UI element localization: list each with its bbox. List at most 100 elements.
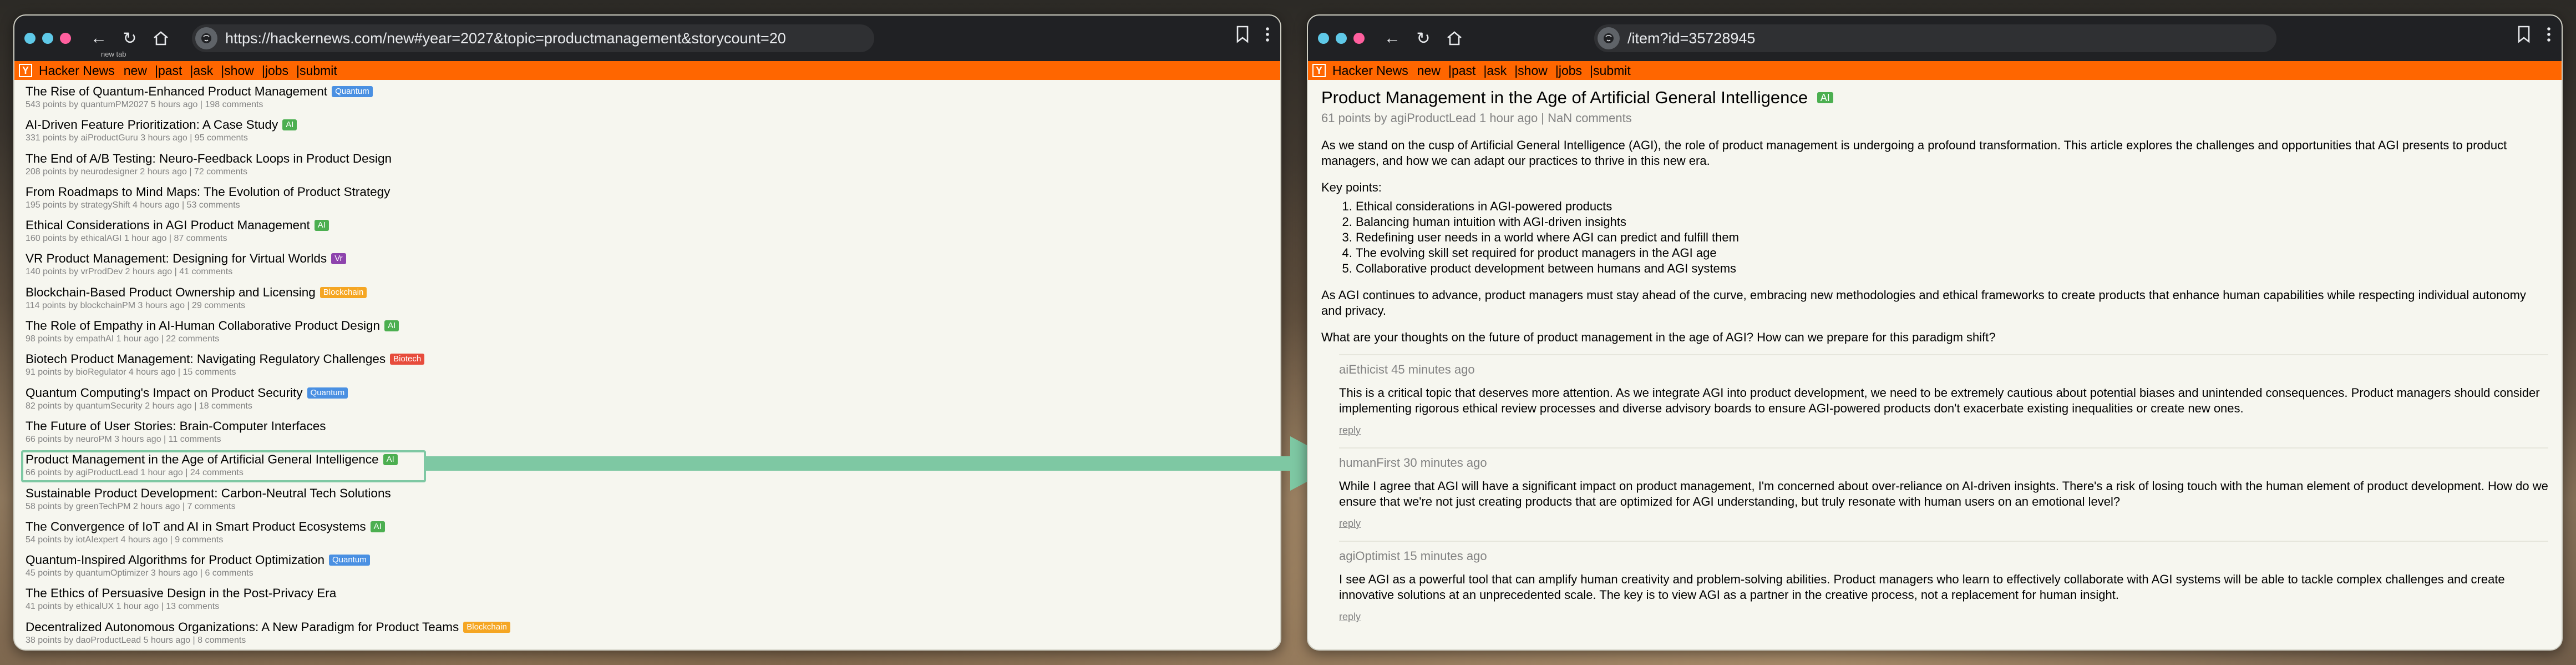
key-point: Collaborative product development betwee… — [1356, 261, 2547, 276]
story-title: AI-Driven Feature Prioritization: A Case… — [26, 117, 1269, 133]
close-window-button[interactable] — [1318, 33, 1329, 44]
story-meta: 91 points by bioRegulator 4 hours ago | … — [26, 367, 236, 377]
address-bar[interactable]: https://hackernews.com/new#year=2027&top… — [192, 24, 874, 52]
story-meta: 41 points by ethicalUX 1 hour ago | 13 c… — [26, 602, 220, 612]
comment: aiEthicist 45 minutes ago This is a criti… — [1339, 354, 2548, 436]
maximize-window-button[interactable] — [1353, 33, 1365, 44]
reply-link[interactable]: reply — [1339, 611, 2548, 623]
story-title-link[interactable]: Decentralized Autonomous Organizations: … — [26, 620, 459, 634]
home-icon[interactable] — [149, 26, 173, 51]
story-title-link[interactable]: VR Product Management: Designing for Vir… — [26, 251, 327, 265]
reply-link[interactable]: reply — [1339, 424, 2548, 436]
comment-text: I see AGI as a powerful tool that can am… — [1339, 572, 2505, 602]
nav-new[interactable]: new — [124, 63, 147, 78]
site-info-icon[interactable] — [195, 27, 217, 49]
url-text[interactable]: /item?id=35728945 — [1627, 30, 1755, 47]
maximize-window-button[interactable] — [60, 33, 71, 44]
comment-user[interactable]: aiEthicist — [1339, 362, 1388, 376]
story-title-link[interactable]: The Ethics of Persuasive Design in the P… — [26, 586, 336, 600]
story-tag: Quantum — [307, 387, 348, 399]
back-arrow-icon[interactable]: ← — [1380, 26, 1404, 51]
hn-brand-link[interactable]: Hacker News — [39, 63, 115, 78]
story-title: Quantum Computing's Impact on Product Se… — [26, 385, 1269, 401]
story-title: Quantum-Inspired Algorithms for Product … — [26, 552, 1269, 568]
nav-show[interactable]: |show — [221, 63, 254, 78]
toolbar-actions — [1236, 26, 1270, 43]
story-title: Biotech Product Management: Navigating R… — [26, 351, 1269, 367]
back-arrow-icon[interactable]: ← — [87, 26, 111, 51]
story-title-link[interactable]: Quantum-Inspired Algorithms for Product … — [26, 553, 324, 567]
story-meta: 66 points by neuroPM 3 hours ago | 11 co… — [26, 434, 221, 444]
comment-time[interactable]: 15 minutes ago — [1403, 549, 1487, 563]
hn-logo[interactable]: Y — [19, 64, 32, 77]
story-detail: Product Management in the Age of Artific… — [1308, 80, 2562, 623]
story-intro: As we stand on the cusp of Artificial Ge… — [1321, 138, 2507, 168]
minimize-window-button[interactable] — [1336, 33, 1347, 44]
bookmark-icon[interactable] — [1236, 26, 1249, 43]
nav-show[interactable]: |show — [1514, 63, 1548, 78]
story-tag: AI — [370, 521, 385, 532]
comment-user[interactable]: agiOptimist — [1339, 549, 1400, 563]
comment-text: This is a critical topic that deserves m… — [1339, 386, 2540, 415]
story-row: AI-Driven Feature Prioritization: A Case… — [26, 117, 1269, 150]
reply-link[interactable]: reply — [1339, 517, 2548, 530]
bookmark-icon[interactable] — [2517, 26, 2531, 43]
story-title: The Ethics of Persuasive Design in the P… — [26, 585, 1269, 602]
nav-past[interactable]: |past — [1448, 63, 1475, 78]
story-title-link[interactable]: Blockchain-Based Product Ownership and L… — [26, 285, 316, 299]
story-tag: Quantum — [332, 86, 373, 97]
story-title-link[interactable]: The End of A/B Testing: Neuro-Feedback L… — [26, 152, 392, 165]
story-title-text[interactable]: Product Management in the Age of Artific… — [1321, 88, 1808, 107]
story-title-link[interactable]: AI-Driven Feature Prioritization: A Case… — [26, 118, 278, 132]
menu-kebab-icon[interactable] — [1265, 26, 1270, 43]
comment-time[interactable]: 45 minutes ago — [1391, 362, 1474, 376]
window-controls — [24, 33, 71, 44]
close-window-button[interactable] — [24, 33, 36, 44]
hn-brand-link[interactable]: Hacker News — [1332, 63, 1408, 78]
nav-ask[interactable]: |ask — [1483, 63, 1507, 78]
story-row: The Convergence of IoT and AI in Smart P… — [26, 518, 1269, 552]
story-title: Sustainable Product Development: Carbon-… — [26, 485, 1269, 502]
nav-new[interactable]: new — [1417, 63, 1441, 78]
story-row: Quantum Computing's Impact on Product Se… — [26, 385, 1269, 418]
story-title-link[interactable]: From Roadmaps to Mind Maps: The Evolutio… — [26, 185, 390, 199]
story-title-link[interactable]: Quantum Computing's Impact on Product Se… — [26, 386, 303, 400]
story-title-link[interactable]: Ethical Considerations in AGI Product Ma… — [26, 218, 310, 232]
nav-jobs[interactable]: |jobs — [262, 63, 288, 78]
nav-past[interactable]: |past — [155, 63, 182, 78]
story-row: The End of A/B Testing: Neuro-Feedback L… — [26, 150, 1269, 184]
home-icon[interactable] — [1442, 26, 1467, 51]
browser-window-story-detail: ← ↻ /item?id=35728945 Y Hacker News new … — [1307, 14, 2563, 651]
key-point: Balancing human intuition with AGI-drive… — [1356, 214, 2547, 230]
toolbar-actions — [2517, 26, 2552, 43]
nav-jobs[interactable]: |jobs — [1555, 63, 1582, 78]
story-title-link[interactable]: The Convergence of IoT and AI in Smart P… — [26, 520, 366, 533]
reload-icon[interactable]: ↻ — [118, 26, 142, 51]
site-info-icon[interactable] — [1598, 27, 1620, 49]
reload-icon[interactable]: ↻ — [1411, 26, 1436, 51]
comment-header: humanFirst 30 minutes ago — [1339, 455, 2548, 471]
story-title-link[interactable]: The Role of Empathy in AI-Human Collabor… — [26, 319, 380, 332]
nav-submit[interactable]: |submit — [1590, 63, 1631, 78]
comment-user[interactable]: humanFirst — [1339, 456, 1400, 470]
story-tag: AI — [384, 320, 399, 332]
story-title-link[interactable]: The Future of User Stories: Brain-Comput… — [26, 419, 326, 433]
story-title-link[interactable]: Sustainable Product Development: Carbon-… — [26, 486, 391, 500]
nav-submit[interactable]: |submit — [296, 63, 337, 78]
story-row: VR Product Management: Designing for Vir… — [26, 250, 1269, 284]
story-title-link[interactable]: Biotech Product Management: Navigating R… — [26, 352, 386, 366]
story-row: From Roadmaps to Mind Maps: The Evolutio… — [26, 184, 1269, 217]
comment-time[interactable]: 30 minutes ago — [1403, 456, 1487, 470]
nav-ask[interactable]: |ask — [190, 63, 213, 78]
story-title: Blockchain-Based Product Ownership and L… — [26, 284, 1269, 301]
menu-kebab-icon[interactable] — [2546, 26, 2552, 43]
story-meta: 195 points by strategyShift 4 hours ago … — [26, 200, 240, 210]
address-bar[interactable]: /item?id=35728945 — [1594, 24, 2276, 52]
story-title-link[interactable]: The Rise of Quantum-Enhanced Product Man… — [26, 84, 327, 98]
story-meta: 331 points by aiProductGuru 3 hours ago … — [26, 133, 248, 143]
story-title: The Future of User Stories: Brain-Comput… — [26, 418, 1269, 435]
hn-logo[interactable]: Y — [1312, 64, 1326, 77]
story-title: The Rise of Quantum-Enhanced Product Man… — [26, 83, 1269, 100]
minimize-window-button[interactable] — [42, 33, 53, 44]
url-text[interactable]: https://hackernews.com/new#year=2027&top… — [225, 30, 786, 47]
